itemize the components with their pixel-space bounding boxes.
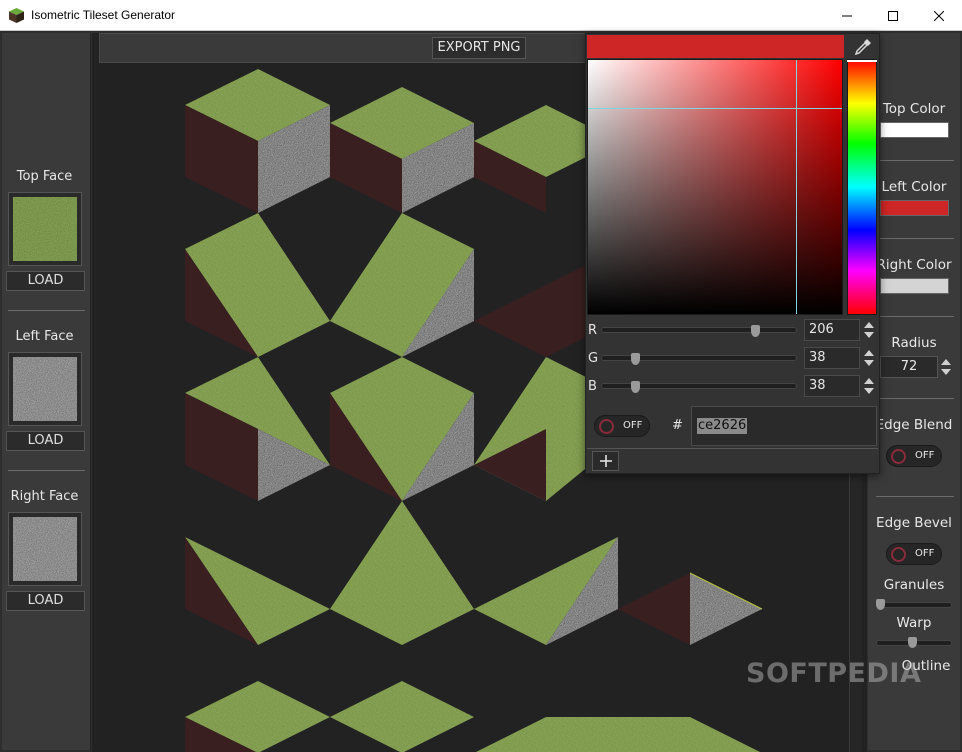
green-channel-knob[interactable] (631, 353, 640, 365)
red-channel-value[interactable]: 206 (804, 319, 860, 341)
close-icon (934, 10, 944, 21)
left-face-label: Left Face (15, 329, 74, 344)
sv-black-layer (588, 60, 842, 314)
stone-texture-image (13, 517, 77, 581)
minimize-icon (842, 15, 852, 16)
app-cube-icon (9, 8, 24, 23)
watermark: SOFTPEDIA (746, 658, 922, 689)
green-channel-value[interactable]: 38 (804, 347, 860, 369)
tile-row-1 (185, 69, 590, 213)
toggle-knob (891, 449, 906, 464)
maximize-button[interactable] (870, 0, 916, 31)
divider (876, 316, 954, 317)
right-face-label: Right Face (10, 489, 79, 504)
left-color-swatch[interactable] (880, 200, 949, 216)
left-face-load-button[interactable]: LOAD (6, 431, 85, 451)
raw-mode-toggle[interactable]: OFF (594, 415, 650, 437)
red-channel-label: R (588, 323, 598, 338)
warp-label: Warp (896, 615, 932, 631)
top-face-label: Top Face (16, 169, 73, 184)
red-channel-knob[interactable] (751, 325, 760, 337)
window-title: Isometric Tileset Generator (31, 8, 176, 22)
top-face-thumbnail[interactable] (8, 192, 82, 266)
radius-spinbox[interactable]: 72 (880, 356, 938, 378)
radius-label: Radius (891, 335, 937, 351)
sv-crosshair-vertical (796, 60, 797, 314)
right-color-swatch[interactable] (880, 278, 949, 294)
left-color-label: Left Color (881, 179, 947, 195)
divider (876, 496, 954, 497)
toggle-knob (891, 547, 906, 562)
divider (8, 310, 85, 311)
color-preview (587, 35, 844, 58)
spin-arrows-icon[interactable] (863, 377, 875, 395)
plus-icon (599, 455, 612, 467)
blue-channel-knob[interactable] (631, 381, 640, 393)
right-color-label: Right Color (876, 257, 952, 273)
divider (8, 470, 85, 471)
divider (876, 398, 954, 399)
tile-row-4 (185, 501, 763, 645)
saturation-value-square[interactable] (587, 59, 843, 315)
warp-slider-knob[interactable] (908, 637, 917, 648)
edge-blend-toggle[interactable]: OFF (886, 445, 942, 467)
raw-mode-state: OFF (623, 420, 643, 431)
maximize-icon (888, 10, 898, 21)
hue-marker[interactable] (847, 60, 877, 62)
sv-crosshair-horizontal (588, 108, 842, 109)
blue-channel-value[interactable]: 38 (804, 375, 860, 397)
edge-bevel-toggle[interactable]: OFF (886, 543, 942, 565)
blue-channel-label: B (588, 379, 597, 394)
hex-hash-label: # (672, 418, 683, 433)
minimize-button[interactable] (824, 0, 870, 31)
top-color-label: Top Color (882, 101, 946, 117)
edge-bevel-state: OFF (915, 548, 935, 559)
granules-slider-knob[interactable] (876, 599, 885, 610)
right-face-thumbnail[interactable] (8, 512, 82, 586)
divider (876, 238, 954, 239)
title-bar: Isometric Tileset Generator (0, 0, 962, 31)
granules-slider[interactable] (876, 602, 952, 608)
spin-arrows-icon[interactable] (863, 349, 875, 367)
right-face-load-button[interactable]: LOAD (6, 591, 85, 611)
divider (587, 448, 878, 449)
top-face-load-button[interactable]: LOAD (6, 271, 85, 291)
red-channel-slider[interactable] (601, 327, 797, 333)
close-button[interactable] (916, 0, 962, 31)
edge-blend-state: OFF (915, 450, 935, 461)
eyedropper-icon[interactable] (853, 37, 873, 57)
hex-value-text: ce2626 (697, 418, 748, 434)
edge-bevel-label: Edge Bevel (876, 515, 952, 531)
tile-row-3 (185, 357, 590, 501)
export-png-button[interactable]: EXPORT PNG (432, 37, 526, 59)
tile-row-2 (185, 213, 590, 357)
hue-slider[interactable] (847, 59, 877, 315)
hex-input[interactable]: ce2626 (691, 406, 877, 446)
stone-texture-image (13, 357, 77, 421)
granules-label: Granules (883, 577, 945, 593)
add-preset-button[interactable] (592, 451, 619, 471)
tile-row-5 (185, 681, 760, 752)
toggle-knob (599, 419, 614, 434)
top-color-swatch[interactable] (880, 122, 949, 138)
green-channel-label: G (588, 351, 599, 366)
spin-arrows-icon[interactable] (940, 358, 952, 376)
left-face-thumbnail[interactable] (8, 352, 82, 426)
divider (876, 160, 954, 161)
grass-texture-image (13, 197, 77, 261)
spin-arrows-icon[interactable] (863, 321, 875, 339)
edge-blend-label: Edge Blend (875, 417, 953, 433)
